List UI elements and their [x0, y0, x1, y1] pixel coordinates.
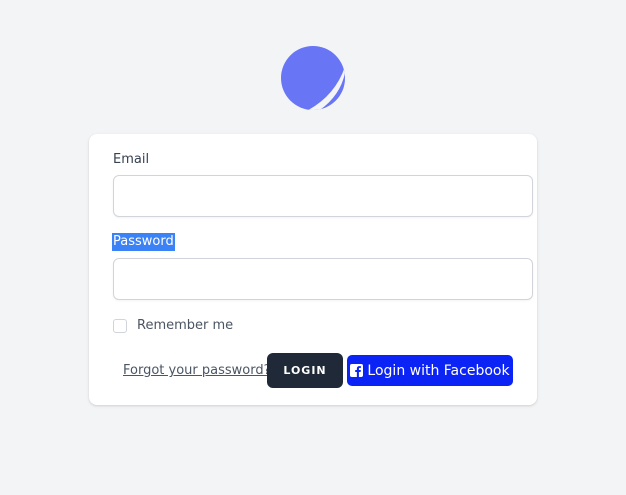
email-label: Email [113, 152, 150, 167]
remember-me-row[interactable]: Remember me [113, 318, 233, 334]
password-field[interactable] [113, 258, 533, 300]
login-button[interactable]: LOGIN [267, 353, 343, 388]
app-logo-icon [281, 46, 345, 110]
email-field[interactable] [113, 175, 533, 217]
login-card: Email Password Remember me Forgot your p… [89, 134, 537, 405]
facebook-square-icon [350, 364, 364, 377]
remember-me-label: Remember me [137, 318, 234, 333]
facebook-button-label: Login with Facebook [367, 362, 510, 379]
login-page: Email Password Remember me Forgot your p… [0, 0, 626, 495]
login-button-label: LOGIN [283, 364, 327, 377]
login-with-facebook-button[interactable]: Login with Facebook [347, 355, 513, 386]
forgot-password-link[interactable]: Forgot your password? [123, 363, 271, 379]
remember-me-checkbox[interactable] [113, 319, 127, 333]
password-label: Password [112, 233, 175, 251]
